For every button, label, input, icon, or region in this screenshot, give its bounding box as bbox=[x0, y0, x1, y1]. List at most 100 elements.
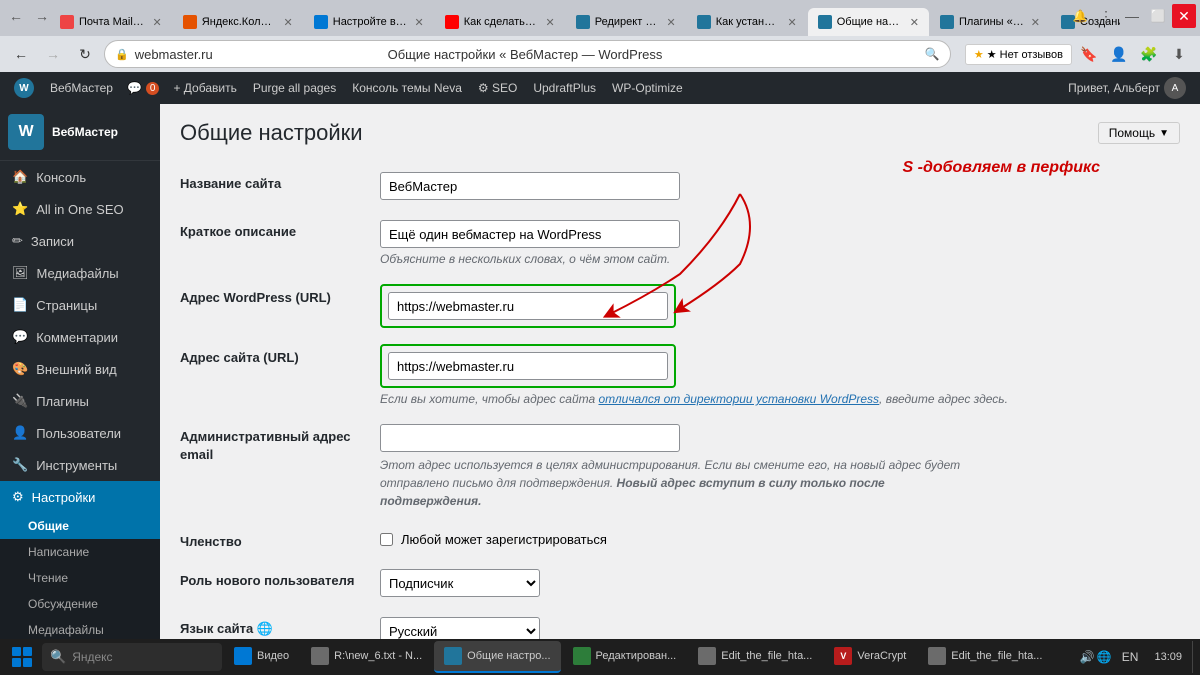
profile-icon[interactable]: 👤 bbox=[1106, 41, 1132, 67]
clock-display: 13:09 bbox=[1148, 650, 1188, 664]
tagline-input[interactable] bbox=[380, 220, 680, 248]
tab-close[interactable]: ✕ bbox=[1031, 16, 1040, 29]
submenu-item-media[interactable]: Медиафайлы bbox=[0, 617, 160, 639]
tab-yt[interactable]: Как сделать р... ✕ bbox=[435, 8, 565, 36]
download-icon[interactable]: ⬇ bbox=[1166, 41, 1192, 67]
tab-redirect[interactable]: Редирект на h... ✕ bbox=[566, 8, 686, 36]
back-nav-button[interactable]: ← bbox=[8, 41, 34, 67]
sidebar-item-media[interactable]: 🖼 Медиафайлы bbox=[0, 257, 160, 289]
admin-email-label: Административный адресemail bbox=[180, 429, 350, 462]
tab-general-active[interactable]: Общие нас... ✕ bbox=[808, 8, 929, 36]
tab-yandex[interactable]: Яндекс.Колле... ✕ bbox=[173, 8, 303, 36]
wp-add-new[interactable]: + Добавить bbox=[165, 72, 244, 104]
minimize-button[interactable]: — bbox=[1120, 4, 1144, 28]
settings-row-sitename: Название сайта bbox=[180, 162, 1180, 210]
membership-checkbox-label[interactable]: Любой может зарегистрироваться bbox=[380, 532, 1180, 547]
sidebar-item-seo[interactable]: ⭐ All in One SEO bbox=[0, 193, 160, 225]
site-name-input[interactable] bbox=[380, 172, 680, 200]
tab-close[interactable]: ✕ bbox=[667, 16, 676, 29]
sidebar-item-users[interactable]: 👤 Пользователи bbox=[0, 417, 160, 449]
taskbar-item-notepad[interactable]: R:\new_6.txt - N... bbox=[301, 641, 432, 673]
sidebar-item-tools[interactable]: 🔧 Инструменты bbox=[0, 449, 160, 481]
submenu-item-writing[interactable]: Написание bbox=[0, 539, 160, 565]
seo-icon: ⭐ bbox=[12, 201, 28, 217]
help-button[interactable]: Помощь ▼ bbox=[1098, 122, 1180, 144]
settings-row-wp-url: Адрес WordPress (URL) bbox=[180, 276, 1180, 336]
tray-icons[interactable]: 🔊 🌐 bbox=[1080, 650, 1112, 664]
sidebar-item-posts[interactable]: ✏ Записи bbox=[0, 225, 160, 257]
bookmark-icon[interactable]: 🔖 bbox=[1076, 41, 1102, 67]
language-select[interactable]: Русский English Deutsch bbox=[380, 617, 540, 639]
page-title: Общие настройки bbox=[180, 120, 1098, 146]
submenu-item-reading[interactable]: Чтение bbox=[0, 565, 160, 591]
no-reviews-button[interactable]: ★ ★ Нет отзывов bbox=[965, 44, 1072, 65]
content-area: Общие настройки Помощь ▼ S -добовляем в … bbox=[160, 104, 1200, 639]
tab-favicon-general bbox=[818, 15, 832, 29]
site-url-hint: Если вы хотите, чтобы адрес сайта отлича… bbox=[380, 392, 1180, 406]
extensions-icon[interactable]: 🧩 bbox=[1136, 41, 1162, 67]
wp-optimize[interactable]: WP-Optimize bbox=[604, 72, 691, 104]
submenu-item-discussion[interactable]: Обсуждение bbox=[0, 591, 160, 617]
sidebar-item-plugins[interactable]: 🔌 Плагины bbox=[0, 385, 160, 417]
taskbar-item-edit3[interactable]: Edit_the_file_hta... bbox=[918, 641, 1052, 673]
site-url-input[interactable] bbox=[388, 352, 668, 380]
refresh-button[interactable]: ↻ bbox=[72, 41, 98, 67]
tab-wp1[interactable]: Настройте в В... ✕ bbox=[304, 8, 434, 36]
wp-site-name[interactable]: ВебМастер bbox=[42, 72, 121, 104]
tab-close[interactable]: ✕ bbox=[284, 16, 293, 29]
wp-purge-pages[interactable]: Purge all pages bbox=[245, 72, 344, 104]
back-button[interactable]: ← bbox=[4, 4, 28, 28]
settings-icon: ⚙ bbox=[12, 489, 24, 505]
site-logo-icon: W bbox=[8, 114, 44, 150]
tab-close[interactable]: ✕ bbox=[910, 16, 919, 29]
wp-greeting[interactable]: Привет, Альберт A bbox=[1060, 72, 1194, 104]
close-button[interactable]: ✕ bbox=[1172, 4, 1196, 28]
tab-close[interactable]: ✕ bbox=[153, 16, 162, 29]
menu-icon[interactable]: ⋮ bbox=[1094, 4, 1118, 28]
user-role-select[interactable]: Подписчик Участник Автор Редактор Админи… bbox=[380, 569, 540, 597]
taskbar-item-veracrypt[interactable]: V VeraCrypt bbox=[824, 641, 916, 673]
sidebar-logo[interactable]: W ВебМастер bbox=[0, 104, 160, 161]
start-button[interactable] bbox=[4, 641, 40, 673]
sidebar-item-pages[interactable]: 📄 Страницы bbox=[0, 289, 160, 321]
language-indicator[interactable]: EN bbox=[1116, 648, 1145, 666]
wp-comments-link[interactable]: 💬 0 bbox=[121, 72, 166, 104]
taskbar-item-wp-general[interactable]: Общие настро... bbox=[434, 641, 560, 673]
tab-favicon-plugins bbox=[940, 15, 954, 29]
wp-updraft[interactable]: UpdraftPlus bbox=[525, 72, 604, 104]
tab-close[interactable]: ✕ bbox=[415, 16, 424, 29]
tab-close[interactable]: ✕ bbox=[788, 16, 797, 29]
sidebar-item-settings[interactable]: ⚙ Настройки bbox=[0, 481, 160, 513]
taskbar-search[interactable]: 🔍 Яндекс bbox=[42, 643, 222, 671]
site-url-hint-link[interactable]: отличался от директории установки WordPr… bbox=[598, 392, 879, 406]
tab-label: Почта Mail.ru bbox=[79, 16, 146, 28]
tab-mail[interactable]: Почта Mail.ru ✕ bbox=[50, 8, 172, 36]
forward-nav-button[interactable]: → bbox=[40, 41, 66, 67]
address-bar[interactable]: 🔒 webmaster.ru 🔍 bbox=[104, 40, 951, 68]
maximize-button[interactable]: ⬜ bbox=[1146, 4, 1170, 28]
wp-url-input[interactable] bbox=[388, 292, 668, 320]
wp-seo[interactable]: ⚙ SEO bbox=[470, 72, 525, 104]
wp-url-label: Адрес WordPress (URL) bbox=[180, 290, 331, 305]
tab-close[interactable]: ✕ bbox=[546, 16, 555, 29]
wp-logo-item[interactable]: W bbox=[6, 72, 42, 104]
tab-favicon-redirect bbox=[576, 15, 590, 29]
notifications-icon[interactable]: 🔔 bbox=[1068, 4, 1092, 28]
membership-checkbox[interactable] bbox=[380, 533, 393, 546]
wp-theme-console[interactable]: Консоль темы Neva bbox=[344, 72, 470, 104]
sidebar-item-comments[interactable]: 💬 Комментарии bbox=[0, 321, 160, 353]
sidebar-item-appearance[interactable]: 🎨 Внешний вид bbox=[0, 353, 160, 385]
taskbar-item-edit1[interactable]: Редактирован... bbox=[563, 641, 687, 673]
settings-row-user-role: Роль нового пользователя Подписчик Участ… bbox=[180, 559, 1180, 607]
submenu-item-general[interactable]: Общие bbox=[0, 513, 160, 539]
site-url-label: Адрес сайта (URL) bbox=[180, 350, 299, 365]
admin-email-input[interactable] bbox=[380, 424, 680, 452]
taskbar-item-video[interactable]: Видео bbox=[224, 641, 299, 673]
taskbar-item-edit2[interactable]: Edit_the_file_hta... bbox=[688, 641, 822, 673]
tab-plugins[interactable]: Плагины « Пл... ✕ bbox=[930, 8, 1050, 36]
tab-install[interactable]: Как установит... ✕ bbox=[687, 8, 807, 36]
sidebar-item-console[interactable]: 🏠 Консоль bbox=[0, 161, 160, 193]
lock-icon: 🔒 bbox=[115, 48, 129, 61]
show-desktop-button[interactable] bbox=[1192, 641, 1196, 673]
forward-button[interactable]: → bbox=[30, 4, 54, 28]
